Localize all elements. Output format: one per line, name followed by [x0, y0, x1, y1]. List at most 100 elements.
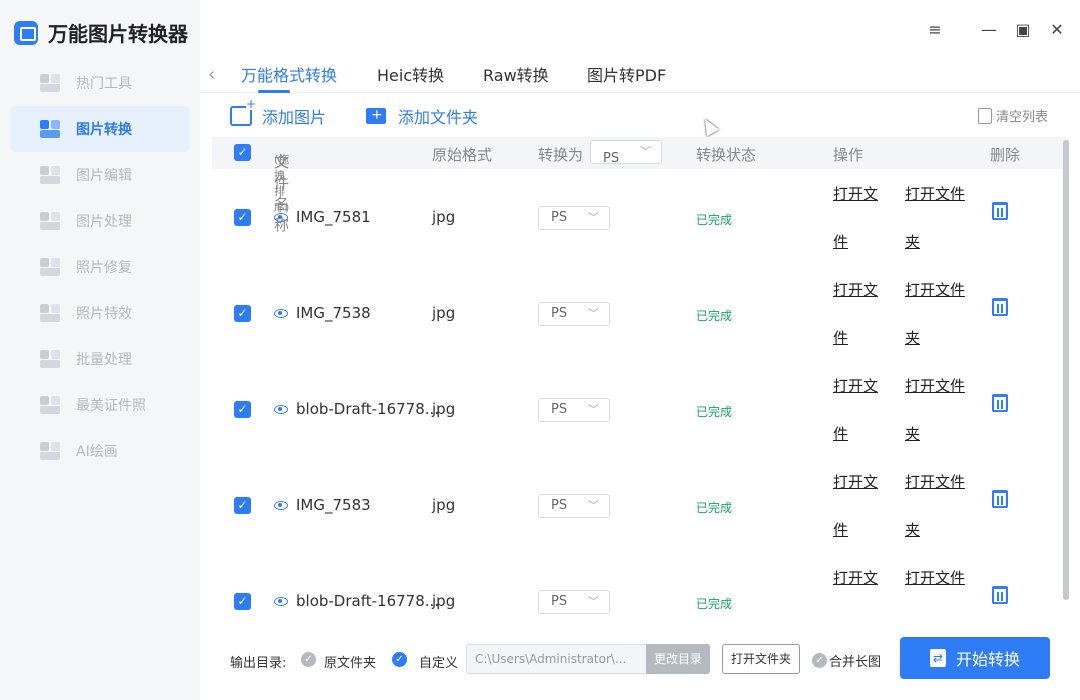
file-name-cell: blob-Draft-16778... — [274, 400, 439, 418]
merge-long-image-toggle[interactable]: ✓ 合并长图 — [812, 651, 881, 670]
eye-icon[interactable] — [274, 308, 288, 318]
sidebar-item-image-process[interactable]: 图片处理 — [10, 198, 190, 244]
open-folder-link[interactable]: 打开文件 — [905, 362, 975, 410]
close-icon[interactable]: ✕ — [1045, 18, 1069, 42]
delete-trash-icon[interactable] — [992, 298, 1008, 316]
convert-to-all-select[interactable]: PS ﹀ — [590, 140, 662, 166]
radio-original-folder[interactable]: ✓ — [301, 652, 316, 667]
image-process-icon — [40, 212, 60, 230]
merge-label: 合并长图 — [829, 655, 882, 670]
sidebar: 万能图片转换器 热门工具 图片转换 图片编辑 图片处理 照片修复 照片特效 批量… — [0, 0, 200, 700]
add-folder-button[interactable]: 添加文件夹 — [366, 104, 478, 128]
eye-icon[interactable] — [274, 212, 288, 222]
eye-icon[interactable] — [274, 404, 288, 414]
open-folder-button[interactable]: 打开文件夹 — [722, 644, 800, 674]
eye-icon[interactable] — [274, 500, 288, 510]
chevron-down-icon: ﹀ — [588, 595, 599, 608]
convert-to-select[interactable]: PS ﹀ — [538, 302, 610, 326]
open-file-link[interactable]: 打开文 — [833, 458, 903, 506]
convert-to-value: PS — [551, 498, 568, 513]
photo-repair-icon — [40, 258, 60, 276]
original-format: jpg — [432, 304, 456, 322]
open-file-link-cont[interactable]: 件 — [833, 506, 903, 554]
tab-raw[interactable]: Raw转换 — [483, 62, 549, 86]
sidebar-item-hot-tools[interactable]: 热门工具 — [10, 60, 190, 106]
open-file-link-cont[interactable]: 件 — [833, 410, 903, 458]
sidebar-item-photo-effect[interactable]: 照片特效 — [10, 290, 190, 336]
open-file-link-cont[interactable]: 件 — [833, 314, 903, 362]
row-checkbox[interactable]: ✓ — [234, 497, 251, 514]
minimize-icon[interactable]: — — [977, 18, 1001, 42]
row-checkbox[interactable]: ✓ — [234, 305, 251, 322]
open-file-link[interactable]: 打开文 — [833, 170, 903, 218]
convert-to-value: PS — [551, 210, 568, 225]
file-name: blob-Draft-16778... — [296, 592, 440, 610]
sidebar-item-ai-paint[interactable]: AI绘画 — [10, 428, 190, 474]
sidebar-item-label: 图片编辑 — [76, 168, 132, 184]
bottom-bar: 输出目录: ✓ 原文件夹 ✓ 自定义 C:\Users\Administrato… — [200, 620, 1080, 700]
hot-tools-icon — [40, 74, 60, 92]
convert-to-select[interactable]: PS ﹀ — [538, 398, 610, 422]
header-status: 转换状态 — [696, 146, 757, 164]
table-scrollbar[interactable] — [1063, 140, 1069, 600]
sidebar-item-photo-repair[interactable]: 照片修复 — [10, 244, 190, 290]
tab-heic[interactable]: Heic转换 — [377, 62, 444, 86]
open-file-link-cont[interactable]: 件 — [833, 218, 903, 266]
convert-to-select[interactable]: PS ﹀ — [538, 494, 610, 518]
file-name: IMG_7581 — [296, 208, 371, 226]
open-file-link[interactable]: 打开文 — [833, 362, 903, 410]
row-checkbox[interactable]: ✓ — [234, 209, 251, 226]
header-delete: 删除 — [990, 146, 1021, 164]
change-dir-button[interactable]: 更改目录 — [646, 644, 710, 674]
batch-icon — [40, 350, 60, 368]
add-image-button[interactable]: 添加图片 — [230, 98, 326, 128]
add-folder-label: 添加文件夹 — [398, 108, 479, 127]
open-folder-link[interactable]: 打开文件 — [905, 554, 975, 602]
chevron-left-icon[interactable]: ‹ — [208, 64, 215, 85]
app-logo: 万能图片转换器 — [14, 18, 188, 47]
file-name: IMG_7583 — [296, 496, 371, 514]
tab-image-to-pdf[interactable]: 图片转PDF — [587, 62, 666, 86]
chevron-down-icon: ﹀ — [588, 211, 599, 224]
sidebar-item-image-convert[interactable]: 图片转换 — [10, 106, 190, 152]
delete-trash-icon[interactable] — [992, 202, 1008, 220]
start-convert-button[interactable]: ⇄ 开始转换 — [900, 637, 1050, 679]
status-badge: 已完成 — [696, 597, 733, 611]
open-folder-link[interactable]: 打开文件 — [905, 266, 975, 314]
sidebar-item-image-edit[interactable]: 图片编辑 — [10, 152, 190, 198]
delete-trash-icon[interactable] — [992, 586, 1008, 604]
open-folder-link-cont[interactable]: 夹 — [905, 314, 975, 362]
add-image-icon — [230, 98, 256, 126]
open-file-link[interactable]: 打开文 — [833, 266, 903, 314]
convert-to-select[interactable]: PS ﹀ — [538, 206, 610, 230]
status-badge: 已完成 — [696, 309, 733, 323]
row-checkbox[interactable]: ✓ — [234, 593, 251, 610]
app-logo-icon — [14, 20, 38, 45]
sidebar-item-id-photo[interactable]: 最美证件照 — [10, 382, 190, 428]
maximize-icon[interactable]: ▣ — [1011, 18, 1035, 42]
clear-list-button[interactable]: 清空列表 — [978, 106, 1048, 125]
photo-effect-icon — [40, 304, 60, 322]
sidebar-item-batch[interactable]: 批量处理 — [10, 336, 190, 382]
select-all-checkbox[interactable]: ✓ — [234, 144, 251, 161]
convert-to-select[interactable]: PS ﹀ — [538, 590, 610, 614]
table-row: ✓ IMG_7583 jpg PS ﹀ 已完成 打开文 件 打开文件 夹 — [212, 458, 1068, 554]
open-folder-link-cont[interactable]: 夹 — [905, 218, 975, 266]
file-name-cell: blob-Draft-16778... — [274, 592, 439, 610]
image-convert-icon — [40, 120, 60, 138]
open-folder-link-cont[interactable]: 夹 — [905, 506, 975, 554]
tab-universal-format[interactable]: 万能格式转换 — [241, 62, 337, 86]
status-badge: 已完成 — [696, 501, 733, 515]
trash-icon — [978, 107, 992, 124]
open-folder-link-cont[interactable]: 夹 — [905, 410, 975, 458]
eye-icon[interactable] — [274, 596, 288, 606]
open-folder-link[interactable]: 打开文件 — [905, 458, 975, 506]
radio-custom-folder[interactable]: ✓ — [392, 652, 407, 667]
add-folder-icon — [366, 107, 386, 124]
open-folder-link[interactable]: 打开文件 — [905, 170, 975, 218]
delete-trash-icon[interactable] — [992, 394, 1008, 412]
menu-icon[interactable]: ≡ — [923, 18, 947, 42]
open-file-link[interactable]: 打开文 — [833, 554, 903, 602]
delete-trash-icon[interactable] — [992, 490, 1008, 508]
row-checkbox[interactable]: ✓ — [234, 401, 251, 418]
